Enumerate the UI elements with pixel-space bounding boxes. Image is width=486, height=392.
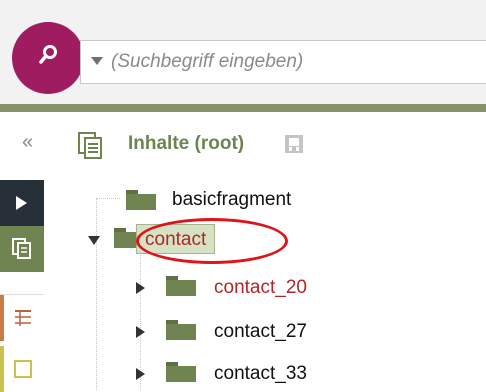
top-bar [0, 0, 486, 112]
expand-toggle-icon[interactable] [136, 282, 145, 294]
collapse-icon[interactable]: « [22, 132, 33, 152]
expand-toggle-icon[interactable] [88, 236, 100, 245]
documents-icon [12, 238, 31, 259]
search-input[interactable] [111, 48, 486, 76]
tree-item-contact-20[interactable]: contact_20 [44, 270, 484, 306]
accent-divider [0, 104, 486, 112]
rail-next-button[interactable] [0, 346, 44, 392]
rail-play-button[interactable] [0, 180, 44, 226]
rail-table-button[interactable] [0, 294, 44, 341]
dropdown-caret-icon[interactable] [91, 57, 103, 65]
tree-item-label: basicfragment [172, 189, 292, 210]
rail-stripe [0, 295, 4, 341]
tree-item-label: contact_20 [214, 277, 307, 298]
tree-item-basicfragment[interactable]: basicfragment [44, 182, 484, 218]
rail-documents-button[interactable] [0, 226, 44, 272]
expand-toggle-icon[interactable] [136, 368, 145, 380]
rail-stripe [0, 346, 4, 392]
folder-icon [166, 362, 196, 382]
page-title: Inhalte (root) [128, 133, 245, 154]
annotation-ring [136, 218, 288, 264]
tree-item-label: contact_33 [214, 363, 307, 384]
folder-icon [126, 190, 156, 210]
folder-icon [166, 320, 196, 340]
search-field[interactable] [80, 40, 486, 84]
tree-item-label: contact_27 [214, 321, 307, 342]
search-button[interactable] [12, 22, 84, 94]
tree-item-contact-27[interactable]: contact_27 [44, 314, 484, 350]
tree-item-contact-33[interactable]: contact_33 [44, 356, 484, 392]
expand-toggle-icon[interactable] [136, 326, 145, 338]
table-icon [15, 310, 31, 326]
play-icon [16, 196, 27, 210]
lock-icon[interactable] [284, 134, 304, 154]
left-rail [0, 168, 44, 392]
note-icon [14, 360, 32, 378]
content-tree: basicfragment contact contact_20 contact… [44, 168, 486, 390]
search-icon [39, 45, 57, 64]
documents-icon [78, 132, 102, 159]
folder-icon [166, 276, 196, 296]
content-header: « Inhalte (root) [0, 112, 486, 164]
